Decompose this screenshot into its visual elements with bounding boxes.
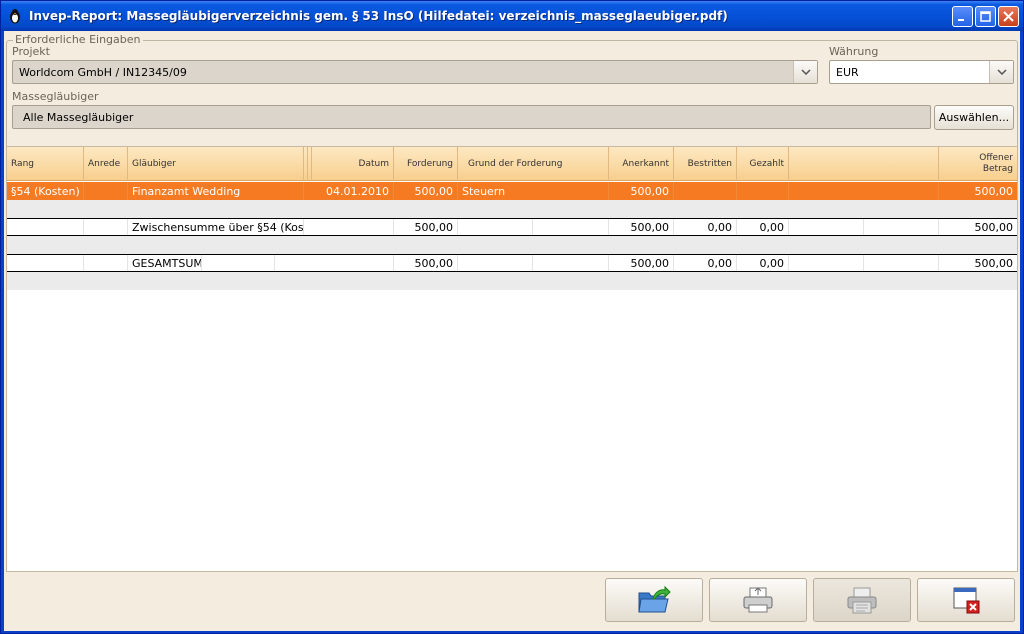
cell-empty [864,219,939,235]
title-bar[interactable]: Invep-Report: Massegläubigerverzeichnis … [1,1,1023,31]
cell-forderung: 500,00 [394,182,458,200]
print-button[interactable] [709,578,807,622]
cell-grund-extra [533,219,609,235]
table-header: Rang Anrede Gläubiger Datum Forderung Gr… [7,147,1017,181]
cell-grund [458,255,533,271]
cell-gezahlt [737,182,789,200]
cell-rang [7,255,84,271]
creditor-table[interactable]: Rang Anrede Gläubiger Datum Forderung Gr… [6,146,1018,572]
cell-empty [864,255,939,271]
cell-bestritten [674,182,737,200]
cell-anrede [84,182,128,200]
waehrung-dropdown-button[interactable] [989,61,1013,83]
cell-forderung: 500,00 [394,255,458,271]
action-toolbar [4,576,1020,626]
cell-anerkannt: 500,00 [609,255,674,271]
header-offener-betrag[interactable]: Offener Betrag [939,147,1017,181]
folder-export-icon [638,585,671,613]
waehrung-label: Währung [829,45,879,58]
cell-anerkannt: 500,00 [609,182,674,200]
report-window: Invep-Report: Massegläubigerverzeichnis … [0,0,1024,634]
cell-rang: §54 (Kosten) [7,182,84,200]
waehrung-combobox[interactable]: EUR [829,60,1014,84]
projekt-label: Projekt [12,45,50,58]
header-glaeubiger[interactable]: Gläubiger [128,147,304,181]
header-empty [789,147,939,181]
header-anrede[interactable]: Anrede [84,147,128,181]
header-grund[interactable]: Grund der Forderung [458,147,609,181]
close-button[interactable] [998,6,1019,27]
cell-empty [789,255,864,271]
print-preview-button[interactable] [813,578,911,622]
cell-anrede [84,255,128,271]
chevron-down-icon [996,69,1007,75]
projekt-combobox[interactable]: Worldcom GmbH / IN12345/09 [12,60,818,84]
print-preview-icon [847,587,877,614]
window-controls [952,6,1019,27]
cell-glaeubiger: Zwischensumme über §54 (Kosten) [128,219,304,235]
cell-bestritten: 0,00 [674,219,737,235]
projekt-dropdown-button[interactable] [793,61,817,83]
cell-offen: 500,00 [974,220,1014,234]
close-window-icon [953,587,980,614]
header-offener-line1: Offener [979,153,1013,163]
masseglaeubiger-value: Alle Massegläubiger [23,110,134,124]
window-title: Invep-Report: Massegläubigerverzeichnis … [29,9,728,23]
table-row[interactable]: Zwischensumme über §54 (Kosten) 500,00 5… [7,218,1017,236]
cell-anrede [84,219,128,235]
auswaehlen-button[interactable]: Auswählen... [934,105,1014,130]
cell-grund: Steuern [458,182,609,200]
table-row[interactable]: §54 (Kosten) Finanzamt Wedding 04.01.201… [7,182,1017,200]
header-datum[interactable]: Datum [312,147,394,181]
maximize-icon [980,11,991,22]
cell-anerkannt: 500,00 [609,219,674,235]
cell-gezahlt: 0,00 [737,219,789,235]
cell-glaeubiger: Finanzamt Wedding [128,182,304,200]
table-row[interactable]: GESAMTSUMME: 500,00 500,00 0,00 0,00 500… [7,254,1017,272]
minimize-icon [958,19,964,21]
cell-datum [304,219,394,235]
printer-icon [743,587,773,613]
cell-rang [7,219,84,235]
chevron-down-icon [800,69,811,75]
cell-datum [275,255,394,271]
minimize-button[interactable] [952,6,973,27]
header-offener-line2: Betrag [982,164,1013,174]
projekt-value: Worldcom GmbH / IN12345/09 [19,65,187,79]
cell-gezahlt: 0,00 [737,255,789,271]
cell-bestritten: 0,00 [674,255,737,271]
cell-empty [789,182,939,200]
client-area: Erforderliche Eingaben Projekt Worldcom … [4,31,1020,631]
header-forderung[interactable]: Forderung [394,147,458,181]
cell-datum: 04.01.2010 [304,182,394,200]
cell-offen: 500,00 [974,184,1014,198]
maximize-button[interactable] [975,6,996,27]
masseglaeubiger-label: Massegläubiger [12,90,99,103]
cell-grund-extra [533,255,609,271]
close-window-button[interactable] [917,578,1015,622]
table-row[interactable] [7,272,1017,290]
app-penguin-icon [7,8,23,24]
cell-glaeubiger: GESAMTSUMME: [128,255,202,271]
close-icon [1003,11,1014,22]
masseglaeubiger-field[interactable]: Alle Massegläubiger [12,105,931,129]
table-row[interactable] [7,200,1017,218]
header-anerkannt[interactable]: Anerkannt [609,147,674,181]
header-gezahlt[interactable]: Gezahlt [737,147,789,181]
header-bestritten[interactable]: Bestritten [674,147,737,181]
cell-empty [789,219,864,235]
table-row[interactable] [7,236,1017,254]
header-rang[interactable]: Rang [7,147,84,181]
cell-forderung: 500,00 [394,219,458,235]
waehrung-value: EUR [836,65,859,79]
cell-offen: 500,00 [974,256,1014,270]
export-button[interactable] [605,578,703,622]
cell-grund [458,219,533,235]
cell-empty [202,255,275,271]
